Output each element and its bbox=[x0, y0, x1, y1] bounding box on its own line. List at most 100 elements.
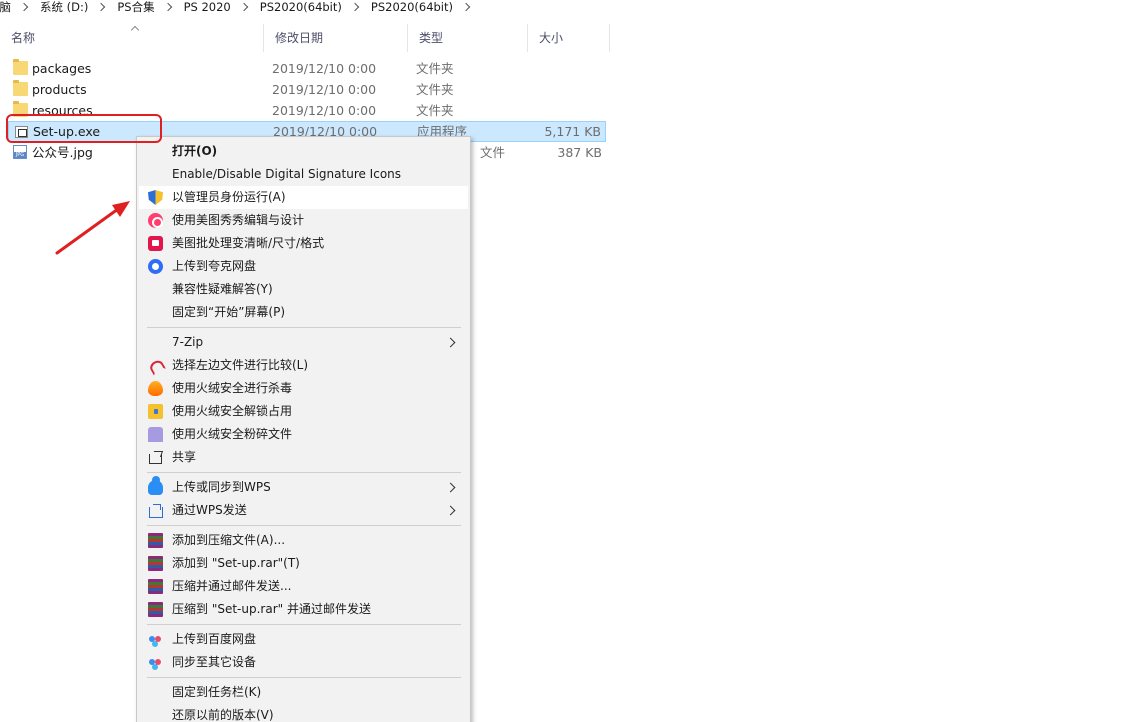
menu-item-run-as-admin[interactable]: 以管理员身份运行(A) bbox=[139, 186, 468, 209]
menu-item-label: 兼容性疑难解答(Y) bbox=[172, 282, 273, 296]
file-date: 2019/12/10 0:00 bbox=[272, 61, 377, 76]
menu-item-meitu-edit[interactable]: 使用美图秀秀编辑与设计 bbox=[139, 209, 468, 232]
menu-item-rar-add-named[interactable]: 添加到 "Set-up.rar"(T) bbox=[139, 552, 468, 575]
column-header-date[interactable]: 修改日期 bbox=[264, 22, 408, 52]
menu-item-label: 添加到压缩文件(A)... bbox=[172, 533, 286, 547]
menu-item-wps-sync[interactable]: 上传或同步到WPS bbox=[139, 476, 468, 499]
menu-item-rar-email-named[interactable]: 压缩到 "Set-up.rar" 并通过邮件发送 bbox=[139, 598, 468, 621]
winrar-icon bbox=[148, 533, 163, 548]
chevron-right-icon bbox=[241, 3, 249, 11]
column-header-size[interactable]: 大小 bbox=[528, 22, 610, 52]
breadcrumb-item[interactable]: PS合集 bbox=[117, 0, 154, 14]
baidu-netdisk-icon bbox=[148, 655, 163, 670]
uac-shield-icon bbox=[148, 190, 163, 205]
menu-item-label: 以管理员身份运行(A) bbox=[172, 190, 286, 204]
menu-item-meitu-batch[interactable]: 美图批处理变清晰/尺寸/格式 bbox=[139, 232, 468, 255]
breadcrumb-item[interactable]: 系统 (D:) bbox=[40, 0, 88, 14]
menu-item-quark-upload[interactable]: 上传到夸克网盘 bbox=[139, 255, 468, 278]
menu-item-label: 上传到夸克网盘 bbox=[172, 259, 257, 273]
column-divider[interactable] bbox=[609, 24, 610, 52]
column-header-label: 修改日期 bbox=[275, 30, 324, 45]
context-menu: 打开(O) Enable/Disable Digital Signature I… bbox=[136, 136, 471, 722]
menu-item-label: 使用火绒安全进行杀毒 bbox=[172, 381, 293, 395]
quark-cloud-icon bbox=[148, 259, 163, 274]
menu-item-label: 固定到“开始”屏幕(P) bbox=[172, 305, 286, 319]
file-type: 文件夹 bbox=[416, 61, 454, 76]
menu-item-restore-versions[interactable]: 还原以前的版本(V) bbox=[139, 704, 468, 722]
file-name: packages bbox=[32, 61, 92, 76]
chevron-right-icon bbox=[463, 3, 471, 11]
menu-item-pin-start[interactable]: 固定到“开始”屏幕(P) bbox=[139, 301, 468, 324]
file-size: 387 KB bbox=[557, 145, 602, 160]
annotation-arrow-icon bbox=[55, 201, 130, 255]
menu-item-share[interactable]: 共享 bbox=[139, 446, 468, 469]
menu-separator bbox=[147, 525, 461, 526]
image-file-icon: JPG bbox=[13, 145, 27, 159]
share-icon bbox=[148, 450, 163, 465]
wps-cloud-icon bbox=[148, 476, 163, 495]
folder-icon bbox=[13, 59, 28, 75]
breadcrumb-item[interactable]: PS 2020 bbox=[184, 0, 231, 14]
compare-icon bbox=[148, 358, 163, 373]
menu-item-huorong-unlock[interactable]: 使用火绒安全解锁占用 bbox=[139, 400, 468, 423]
menu-item-wps-send[interactable]: 通过WPS发送 bbox=[139, 499, 468, 522]
menu-item-pin-taskbar[interactable]: 固定到任务栏(K) bbox=[139, 681, 468, 704]
winrar-icon bbox=[148, 579, 163, 594]
menu-item-huorong-shred[interactable]: 使用火绒安全粉碎文件 bbox=[139, 423, 468, 446]
column-headers: 名称 修改日期 类型 大小 bbox=[0, 22, 610, 52]
sort-ascending-icon bbox=[131, 25, 139, 33]
chevron-right-icon bbox=[21, 3, 29, 11]
file-type: 文件夹 bbox=[416, 103, 454, 118]
baidu-netdisk-icon bbox=[148, 632, 163, 647]
winrar-icon bbox=[148, 556, 163, 571]
send-icon bbox=[148, 503, 163, 518]
menu-item-label: 添加到 "Set-up.rar"(T) bbox=[172, 556, 300, 570]
file-row[interactable]: packages 2019/12/10 0:00 文件夹 bbox=[8, 58, 606, 79]
breadcrumb-item[interactable]: PS2020(64bit) bbox=[260, 0, 342, 14]
chevron-right-icon bbox=[98, 3, 106, 11]
file-date: 2019/12/10 0:00 bbox=[272, 103, 377, 118]
chevron-right-icon bbox=[448, 483, 456, 491]
file-name: 公众号.jpg bbox=[32, 145, 93, 160]
menu-item-label: Enable/Disable Digital Signature Icons bbox=[172, 167, 402, 181]
menu-item-compatibility[interactable]: 兼容性疑难解答(Y) bbox=[139, 278, 468, 301]
menu-separator bbox=[147, 327, 461, 328]
menu-item-label: 使用美图秀秀编辑与设计 bbox=[172, 213, 305, 227]
menu-item-huorong-scan[interactable]: 使用火绒安全进行杀毒 bbox=[139, 377, 468, 400]
menu-item-label: 还原以前的版本(V) bbox=[172, 708, 274, 722]
menu-item-rar-email[interactable]: 压缩并通过邮件发送... bbox=[139, 575, 468, 598]
meitu-icon bbox=[148, 213, 163, 228]
file-row[interactable]: products 2019/12/10 0:00 文件夹 bbox=[8, 79, 606, 100]
breadcrumb-item[interactable]: 电脑 bbox=[0, 0, 11, 14]
menu-item-open[interactable]: 打开(O) bbox=[139, 140, 468, 163]
breadcrumb: 电脑 系统 (D:) PS合集 PS 2020 PS2020(64bit) PS… bbox=[0, 0, 1147, 14]
menu-item-label: 上传到百度网盘 bbox=[172, 632, 257, 646]
column-header-label: 大小 bbox=[539, 30, 564, 45]
menu-separator bbox=[147, 624, 461, 625]
menu-item-7zip[interactable]: 7-Zip bbox=[139, 331, 468, 354]
file-type: 文件 bbox=[480, 145, 506, 160]
menu-item-baidu-upload[interactable]: 上传到百度网盘 bbox=[139, 628, 468, 651]
menu-item-label: 同步至其它设备 bbox=[172, 655, 257, 669]
menu-item-label: 固定到任务栏(K) bbox=[172, 685, 262, 699]
menu-item-label: 使用火绒安全粉碎文件 bbox=[172, 427, 293, 441]
winrar-icon bbox=[148, 602, 163, 617]
menu-item-label: 共享 bbox=[172, 450, 197, 464]
menu-item-compare[interactable]: 选择左边文件进行比较(L) bbox=[139, 354, 468, 377]
column-header-type[interactable]: 类型 bbox=[408, 22, 528, 52]
menu-item-signature-icons[interactable]: Enable/Disable Digital Signature Icons bbox=[139, 163, 468, 186]
shredder-icon bbox=[148, 427, 163, 442]
menu-item-label: 7-Zip bbox=[172, 335, 204, 349]
meitu-batch-icon bbox=[148, 236, 163, 251]
menu-item-baidu-sync[interactable]: 同步至其它设备 bbox=[139, 651, 468, 674]
menu-item-label: 上传或同步到WPS bbox=[172, 480, 271, 494]
chevron-right-icon bbox=[165, 3, 173, 11]
file-type: 文件夹 bbox=[416, 82, 454, 97]
breadcrumb-item[interactable]: PS2020(64bit) bbox=[371, 0, 453, 14]
column-header-label: 类型 bbox=[419, 30, 444, 45]
menu-item-label: 压缩到 "Set-up.rar" 并通过邮件发送 bbox=[172, 602, 371, 616]
chevron-right-icon bbox=[352, 3, 360, 11]
menu-separator bbox=[147, 472, 461, 473]
menu-item-rar-add[interactable]: 添加到压缩文件(A)... bbox=[139, 529, 468, 552]
file-name: products bbox=[32, 82, 87, 97]
